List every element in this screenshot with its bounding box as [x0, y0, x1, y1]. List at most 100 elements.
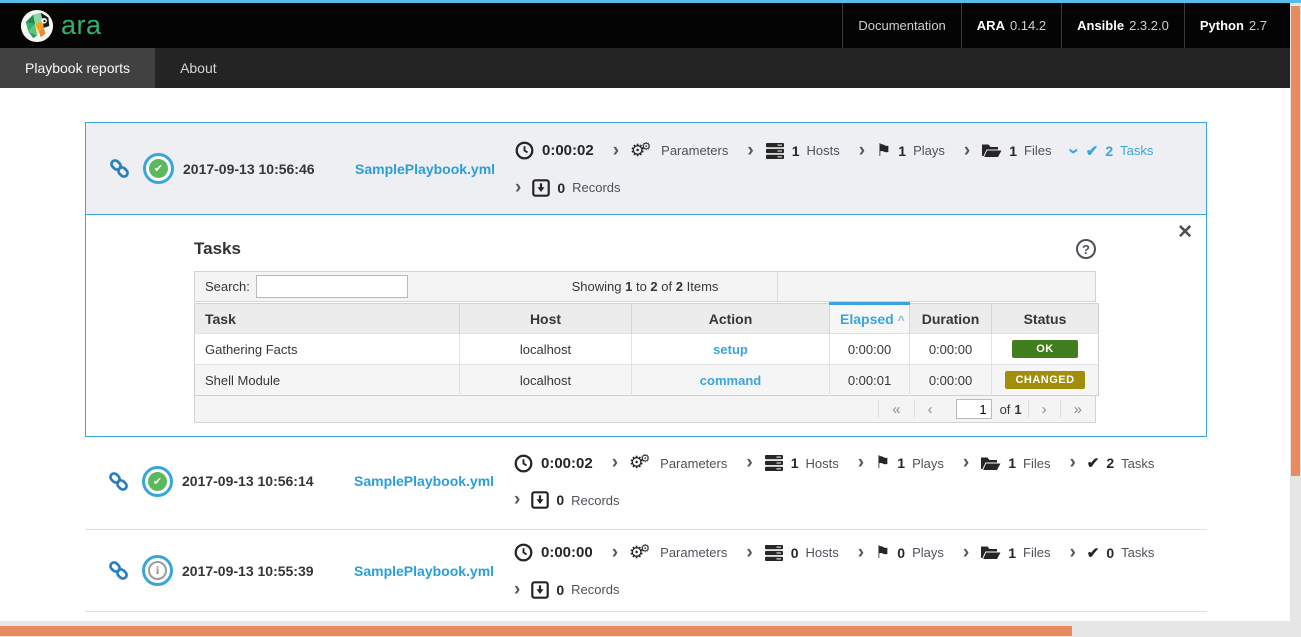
- page-total: 1: [1014, 402, 1021, 417]
- chevron-right-icon: ›: [963, 546, 969, 560]
- horizontal-scrollbar-thumb[interactable]: [0, 626, 1072, 636]
- folder-open-icon: [980, 455, 1001, 472]
- ansible-version: Ansible2.3.2.0: [1061, 3, 1184, 48]
- table-row: Shell Module localhost command 0:00:01 0…: [195, 365, 1099, 396]
- search-input[interactable]: [256, 275, 408, 298]
- cell-task: Gathering Facts: [195, 334, 460, 365]
- help-icon[interactable]: ?: [1076, 239, 1096, 259]
- chevron-right-icon: ›: [1069, 456, 1075, 470]
- stat-records[interactable]: › 0Records: [515, 179, 621, 197]
- stat-plays[interactable]: › ⚑ 0Plays: [858, 543, 944, 563]
- chevron-right-icon: ›: [746, 546, 752, 560]
- cell-duration: 0:00:00: [910, 365, 992, 396]
- col-header-duration[interactable]: Duration: [910, 304, 992, 334]
- cell-host: localhost: [460, 334, 632, 365]
- chevron-right-icon: ›: [514, 493, 520, 507]
- stat-parameters[interactable]: › ⚙⚙ Parameters: [612, 543, 728, 563]
- masthead: ara Documentation ARA0.14.2 Ansible2.3.2…: [0, 3, 1290, 48]
- chevron-right-icon: ›: [963, 456, 969, 470]
- horizontal-scrollbar-track: [0, 621, 1290, 637]
- col-header-action[interactable]: Action: [632, 304, 830, 334]
- stat-files[interactable]: › 1Files: [963, 455, 1051, 472]
- stat-hosts[interactable]: › 1Hosts: [747, 142, 839, 160]
- chevron-right-icon: ›: [515, 181, 521, 195]
- chevron-right-icon: ›: [858, 546, 864, 560]
- cell-host: localhost: [460, 365, 632, 396]
- stat-files[interactable]: › 1Files: [964, 142, 1052, 159]
- chevron-right-icon: ›: [514, 583, 520, 597]
- status-badge-changed: CHANGED: [1005, 371, 1084, 389]
- chevron-right-icon: ›: [746, 456, 752, 470]
- stat-records[interactable]: › 0Records: [514, 491, 620, 509]
- page-number-input[interactable]: [956, 399, 992, 419]
- status-info-icon: i: [142, 555, 173, 586]
- page-first-button[interactable]: «: [878, 400, 913, 418]
- stat-tasks[interactable]: › ✔ 2Tasks: [1069, 454, 1154, 472]
- stat-hosts[interactable]: › 0Hosts: [746, 544, 838, 562]
- status-success-icon: ✔: [143, 153, 174, 184]
- cell-elapsed: 0:00:01: [830, 365, 910, 396]
- page-next-button[interactable]: ›: [1028, 400, 1060, 418]
- stat-parameters[interactable]: › ⚙⚙ Parameters: [613, 141, 729, 161]
- cell-elapsed: 0:00:00: [830, 334, 910, 365]
- stat-duration: 0:00:00: [514, 543, 593, 562]
- ara-version: ARA0.14.2: [961, 3, 1061, 48]
- col-header-status[interactable]: Status: [992, 304, 1099, 334]
- pagination: « ‹ of 1 › »: [194, 396, 1096, 423]
- permalink-icon[interactable]: [106, 469, 131, 494]
- action-link[interactable]: command: [700, 373, 761, 388]
- stat-hosts[interactable]: › 1Hosts: [746, 454, 838, 472]
- page-prev-button[interactable]: ‹: [914, 400, 946, 418]
- vertical-scrollbar-thumb[interactable]: [1291, 6, 1300, 476]
- stat-plays[interactable]: › ⚑ 1Plays: [859, 141, 945, 161]
- tab-playbook-reports[interactable]: Playbook reports: [0, 48, 155, 88]
- records-icon: [532, 179, 550, 197]
- playbook-file-link[interactable]: SamplePlaybook.yml: [354, 563, 486, 579]
- table-row: Gathering Facts localhost setup 0:00:00 …: [195, 334, 1099, 365]
- stat-plays[interactable]: › ⚑ 1Plays: [858, 453, 944, 473]
- page-last-button[interactable]: »: [1060, 400, 1095, 418]
- playbook-date: 2017-09-13 10:56:14: [182, 473, 332, 489]
- masthead-menu: Documentation ARA0.14.2 Ansible2.3.2.0 P…: [842, 3, 1290, 48]
- stat-tasks[interactable]: › ✔ 0Tasks: [1069, 544, 1154, 562]
- col-header-host[interactable]: Host: [460, 304, 632, 334]
- playbook-report-row: ✔ 2017-09-13 10:56:14 SamplePlaybook.yml…: [85, 433, 1207, 530]
- stat-parameters[interactable]: › ⚙⚙ Parameters: [612, 453, 728, 473]
- flag-icon: ⚑: [875, 453, 890, 473]
- ara-brand[interactable]: ara: [20, 9, 102, 43]
- tab-about[interactable]: About: [155, 48, 242, 88]
- playbook-file-link[interactable]: SamplePlaybook.yml: [354, 473, 486, 489]
- permalink-icon[interactable]: [106, 558, 131, 583]
- chevron-down-icon: ›: [1067, 147, 1081, 153]
- close-icon[interactable]: ✕: [1177, 221, 1193, 244]
- col-header-elapsed-sorted[interactable]: Elapsed^: [830, 304, 910, 334]
- cell-task: Shell Module: [195, 365, 460, 396]
- clock-icon: [515, 141, 534, 160]
- tasks-table: Task Host Action Elapsed^ Duration Statu…: [194, 302, 1099, 396]
- chevron-right-icon: ›: [858, 456, 864, 470]
- playbook-stats: 0:00:02 › ⚙⚙ Parameters › 1Hosts › ⚑ 1Pl…: [514, 453, 1207, 509]
- status-badge-ok: OK: [1012, 340, 1078, 358]
- brand-text: ara: [61, 12, 102, 39]
- playbook-file-link[interactable]: SamplePlaybook.yml: [355, 161, 487, 177]
- permalink-icon[interactable]: [107, 156, 132, 181]
- tasks-panel: ✕ Tasks ? Search: Showing 1 to 2 of 2 It…: [86, 215, 1206, 436]
- col-header-task[interactable]: Task: [195, 304, 460, 334]
- stat-records[interactable]: › 0Records: [514, 581, 620, 599]
- page-of-label: of: [1000, 402, 1011, 417]
- chevron-right-icon: ›: [612, 456, 618, 470]
- playbook-stats: 0:00:00 › ⚙⚙ Parameters › 0Hosts › ⚑ 0Pl…: [514, 543, 1207, 599]
- search-label: Search:: [205, 279, 250, 294]
- documentation-link[interactable]: Documentation: [842, 3, 960, 48]
- top-accent-line: [0, 0, 1301, 3]
- chevron-right-icon: ›: [859, 144, 865, 158]
- stat-tasks-expanded[interactable]: › ✔ 2Tasks: [1070, 142, 1153, 160]
- action-link[interactable]: setup: [713, 342, 748, 357]
- ara-parrot-logo: [20, 9, 54, 43]
- stat-files[interactable]: › 1Files: [963, 544, 1051, 561]
- table-toolbar: Search: Showing 1 to 2 of 2 Items: [194, 271, 1096, 302]
- status-success-icon: ✔: [142, 466, 173, 497]
- chevron-right-icon: ›: [964, 144, 970, 158]
- gears-icon: ⚙⚙: [630, 141, 655, 161]
- hosts-icon: [765, 142, 785, 160]
